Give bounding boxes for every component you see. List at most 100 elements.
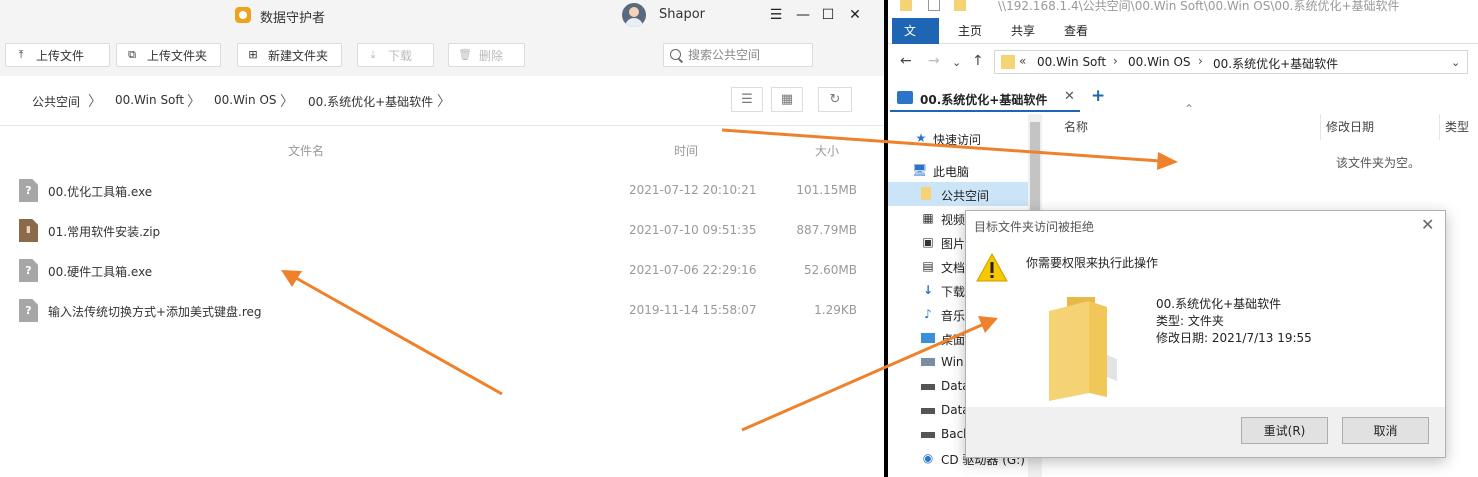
drive-icon (921, 408, 935, 414)
grid-view-button[interactable]: ▦ (771, 87, 803, 112)
drive-icon (921, 432, 935, 438)
music-icon: ♪ (924, 307, 932, 321)
nav-item-label: 视频 (941, 213, 966, 227)
address-segment[interactable]: 00.Win OS (1128, 55, 1191, 69)
search-box[interactable] (663, 43, 813, 67)
ribbon-tab-file[interactable]: 文件 (892, 18, 939, 64)
explorer-tab[interactable]: 00.系统优化+基础软件 ✕ (890, 86, 1080, 112)
column-header-name[interactable]: 名称 (1064, 118, 1088, 135)
ribbon-tab-view[interactable]: 查看 (1052, 18, 1100, 44)
nav-item-label: 音乐 (941, 309, 966, 323)
close-icon[interactable]: ✕ (1064, 89, 1075, 104)
address-bar[interactable]: « 00.Win Soft › 00.Win OS › 00.系统优化+基础软件… (994, 50, 1468, 74)
upload-file-label: 上传文件 (36, 48, 85, 63)
breadcrumb: 公共空间 〉 00.Win Soft 〉 00.Win OS 〉 00.系统优化… (0, 76, 884, 126)
column-divider[interactable] (1320, 114, 1321, 140)
file-row[interactable]: 01.常用软件安装.zip 2021-07-10 09:51:35 887.79… (0, 210, 884, 250)
breadcrumb-item-current[interactable]: 00.系统优化+基础软件 (308, 93, 433, 110)
back-arrow-icon[interactable]: ← (900, 53, 912, 69)
file-name: 01.常用软件安装.zip (48, 225, 161, 239)
nav-item-label: 桌面 (941, 333, 966, 347)
file-row[interactable]: 00.硬件工具箱.exe 2021-07-06 22:29:16 52.60MB (0, 250, 884, 290)
breadcrumb-item[interactable]: 公共空间 (32, 93, 80, 110)
search-input[interactable] (688, 46, 808, 64)
explorer-tab-label: 00.系统优化+基础软件 (920, 93, 1048, 107)
ribbon-tab-share[interactable]: 共享 (999, 18, 1047, 44)
computer-icon: 🖥 (912, 163, 928, 177)
recent-locations-icon[interactable]: ⌄ (952, 56, 961, 69)
retry-button[interactable]: 重试(R) (1241, 417, 1328, 444)
list-view-button[interactable]: ☰ (731, 87, 763, 112)
address-segment[interactable]: 00.系统优化+基础软件 (1213, 55, 1338, 72)
app-logo-icon (235, 7, 251, 23)
search-icon (670, 49, 681, 60)
new-folder-icon[interactable] (954, 0, 966, 11)
nav-item-this-pc[interactable]: 🖥 此电脑 (888, 158, 1028, 182)
drive-icon (921, 358, 935, 366)
overflow-chevron-icon[interactable]: « (1019, 54, 1026, 68)
folder-icon (1001, 55, 1015, 69)
nav-item-label: 快速访问 (933, 133, 982, 147)
nav-item-label: 图片 (941, 237, 966, 251)
file-row[interactable]: 00.优化工具箱.exe 2021-07-12 20:10:21 101.15M… (0, 170, 884, 210)
explorer-titlebar: \\192.168.1.4\公共空间\00.Win Soft\00.Win OS… (888, 0, 1478, 15)
dialog-footer: 重试(R) 取消 (966, 407, 1445, 457)
dialog-folder-type: 类型: 文件夹 (1156, 314, 1224, 328)
file-time: 2021-07-06 22:29:16 (629, 263, 757, 277)
file-name: 输入法传统切换方式+添加美式键盘.reg (48, 305, 262, 319)
network-folder-icon (921, 187, 931, 200)
new-folder-label: 新建文件夹 (268, 48, 329, 63)
breadcrumb-item[interactable]: 00.Win Soft (115, 93, 184, 107)
chevron-right-icon: 〉 (280, 94, 294, 110)
chevron-right-icon: 〉 (88, 94, 102, 110)
ribbon-tab-home[interactable]: 主页 (946, 18, 994, 44)
nav-item-public-space[interactable]: 公共空间 (888, 182, 1028, 206)
app-title: 数据守护者 (260, 11, 326, 26)
maximize-button[interactable]: ☐ (818, 5, 838, 25)
user-avatar[interactable] (622, 3, 646, 27)
chevron-right-icon[interactable]: › (1198, 54, 1203, 68)
forward-arrow-icon[interactable]: → (928, 53, 940, 69)
access-denied-dialog: 目标文件夹访问被拒绝 ✕ 你需要权限来执行此操作 00.系统优化+基础软件 类型… (965, 210, 1446, 458)
app-titlebar: 数据守护者 Shapor ☰ — ☐ ✕ (0, 0, 884, 32)
upload-icon: ⤒ (18, 48, 24, 61)
address-dropdown-icon[interactable]: ⌄ (1451, 56, 1460, 69)
properties-icon[interactable] (928, 0, 940, 11)
refresh-button[interactable]: ↻ (818, 87, 852, 112)
download-button[interactable]: ⤓ 下载 (357, 43, 434, 67)
file-size: 1.29KB (814, 303, 857, 317)
upload-file-button[interactable]: ⤒ 上传文件 (5, 43, 110, 67)
minimize-button[interactable]: — (793, 5, 813, 25)
column-header-type[interactable]: 类型 (1445, 118, 1469, 135)
file-row[interactable]: 输入法传统切换方式+添加美式键盘.reg 2019-11-14 15:58:07… (0, 290, 884, 330)
column-divider[interactable] (1439, 114, 1440, 140)
column-header-modified[interactable]: 修改日期 (1326, 118, 1374, 135)
column-header-size[interactable]: 大小 (815, 142, 839, 159)
close-icon[interactable]: ✕ (1421, 215, 1434, 234)
delete-button[interactable]: 🗑 删除 (448, 43, 525, 67)
chevron-right-icon: 〉 (437, 94, 451, 110)
breadcrumb-item[interactable]: 00.Win OS (214, 93, 277, 107)
upload-folder-icon: ⧉ (128, 48, 136, 61)
chevron-right-icon[interactable]: › (1113, 54, 1118, 68)
scrollbar-thumb[interactable] (1030, 122, 1040, 212)
column-header-name[interactable]: 文件名 (288, 142, 324, 159)
menu-icon[interactable]: ☰ (766, 5, 786, 25)
add-tab-icon[interactable]: + (1091, 86, 1105, 106)
upload-folder-button[interactable]: ⧉ 上传文件夹 (116, 43, 221, 67)
user-name[interactable]: Shapor (659, 7, 705, 22)
zip-file-icon (19, 219, 38, 242)
up-arrow-icon[interactable]: ↑ (972, 53, 984, 69)
ribbon: 文件 主页 共享 查看 (888, 18, 1478, 64)
file-time: 2019-11-14 15:58:07 (629, 303, 757, 317)
star-icon: ★ (915, 131, 927, 145)
cancel-button[interactable]: 取消 (1342, 417, 1429, 444)
nav-item-quick-access[interactable]: ★ 快速访问 (888, 126, 1028, 150)
close-button[interactable]: ✕ (845, 5, 865, 25)
delete-label: 删除 (479, 48, 504, 63)
new-folder-button[interactable]: ⊞ 新建文件夹 (237, 43, 342, 67)
address-segment[interactable]: 00.Win Soft (1037, 55, 1106, 69)
column-header-time[interactable]: 时间 (674, 142, 698, 159)
dialog-folder-name: 00.系统优化+基础软件 (1156, 297, 1282, 311)
toolbar: ⤒ 上传文件 ⧉ 上传文件夹 ⊞ 新建文件夹 ⤓ 下载 🗑 删除 (0, 32, 884, 76)
